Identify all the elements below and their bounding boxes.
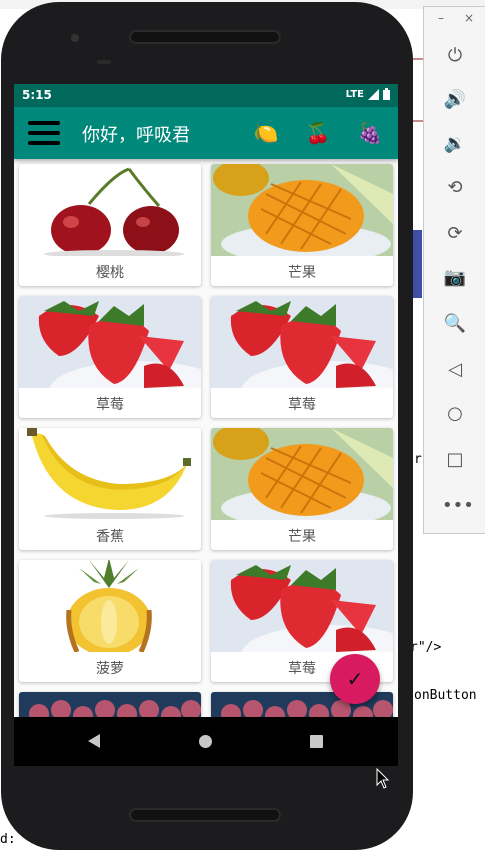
- cherry-image: [19, 164, 201, 256]
- done-fab[interactable]: ✓: [330, 654, 380, 704]
- pineapple-image: [19, 560, 201, 652]
- fruit-name: 草莓: [96, 397, 124, 413]
- status-bar: 5:15 LTE: [14, 84, 398, 107]
- fruit-card[interactable]: 樱桃: [19, 164, 201, 286]
- ide-code-line: onButton: [414, 688, 477, 703]
- rotate-left-icon[interactable]: ⟲: [442, 175, 468, 201]
- status-icons: LTE: [346, 88, 390, 100]
- fruit-card[interactable]: 芒果: [211, 428, 393, 550]
- grapes-image: [19, 692, 201, 717]
- camera-icon[interactable]: 📷: [442, 265, 468, 291]
- fruit-name: 菠萝: [96, 661, 124, 677]
- app-bar: 你好，呼吸君 🍋 🍒 🍇: [14, 107, 398, 159]
- mango-image: [211, 428, 393, 520]
- nav-recents-icon[interactable]: [310, 735, 323, 748]
- zoom-icon[interactable]: 🔍: [442, 311, 468, 337]
- close-icon[interactable]: ×: [464, 11, 474, 25]
- nav-home-icon[interactable]: [199, 735, 212, 748]
- fruit-name: 樱桃: [96, 265, 124, 281]
- overview-icon[interactable]: □: [442, 447, 468, 473]
- network-type: LTE: [345, 88, 364, 100]
- fruit-card[interactable]: [19, 692, 201, 717]
- back-icon[interactable]: ◁: [442, 357, 468, 383]
- mouse-cursor-icon: [376, 768, 390, 789]
- panel-title-bar: – ×: [424, 7, 485, 31]
- mango-image: [211, 164, 393, 256]
- fruit-card[interactable]: 草莓: [19, 296, 201, 418]
- home-icon[interactable]: ○: [442, 401, 468, 427]
- fruit-name: 香蕉: [96, 529, 124, 545]
- front-camera: [71, 34, 79, 42]
- volume-up-icon[interactable]: 🔊: [442, 87, 468, 113]
- device-screen: 5:15 LTE 你好，呼吸君 🍋 🍒 🍇 樱桃 芒果 草莓 草莓 香蕉 芒果 …: [14, 84, 398, 766]
- app-title: 你好，呼吸君: [82, 125, 190, 146]
- fruit-card[interactable]: 草莓: [211, 296, 393, 418]
- ide-code-line: r"/>: [410, 640, 442, 655]
- ide-code-line: d:: [0, 832, 16, 847]
- navigation-bar: [14, 717, 398, 766]
- strawberry-image: [211, 296, 393, 388]
- fruit-card[interactable]: 菠萝: [19, 560, 201, 682]
- battery-icon: [383, 88, 390, 100]
- signal-icon: [368, 88, 379, 100]
- grapes-icon[interactable]: 🍇: [354, 117, 386, 149]
- banana-image: [19, 428, 201, 520]
- strawberry-image: [19, 296, 201, 388]
- status-time: 5:15: [22, 88, 52, 102]
- nav-back-icon[interactable]: [88, 734, 100, 748]
- cherry-icon[interactable]: 🍒: [302, 117, 334, 149]
- fruit-card[interactable]: 芒果: [211, 164, 393, 286]
- volume-down-icon[interactable]: 🔉: [442, 131, 468, 157]
- menu-icon[interactable]: [28, 121, 60, 145]
- ide-code-line: r: [414, 452, 422, 467]
- fruit-name: 芒果: [288, 529, 316, 545]
- more-icon[interactable]: •••: [442, 493, 474, 519]
- emulator-controls: – × ⏻ 🔊 🔉 ⟲ ⟳ 📷 🔍 ◁ ○ □ •••: [423, 6, 485, 534]
- bottom-speaker: [129, 808, 281, 822]
- strawberry-image: [211, 560, 393, 652]
- minimize-icon[interactable]: –: [438, 11, 444, 25]
- fruit-name: 芒果: [288, 265, 316, 281]
- power-icon[interactable]: ⏻: [442, 43, 468, 69]
- lemon-icon[interactable]: 🍋: [250, 117, 282, 149]
- phone-frame: 5:15 LTE 你好，呼吸君 🍋 🍒 🍇 樱桃 芒果 草莓 草莓 香蕉 芒果 …: [1, 2, 413, 850]
- rotate-right-icon[interactable]: ⟳: [442, 221, 468, 247]
- fruit-name: 草莓: [288, 397, 316, 413]
- top-speaker: [129, 30, 281, 44]
- fruit-card[interactable]: 香蕉: [19, 428, 201, 550]
- fruit-grid: 樱桃 芒果 草莓 草莓 香蕉 芒果 菠萝 草莓: [14, 159, 398, 717]
- proximity-sensor: [97, 60, 111, 64]
- ide-selection-marker: [412, 230, 422, 298]
- check-icon: ✓: [346, 667, 364, 691]
